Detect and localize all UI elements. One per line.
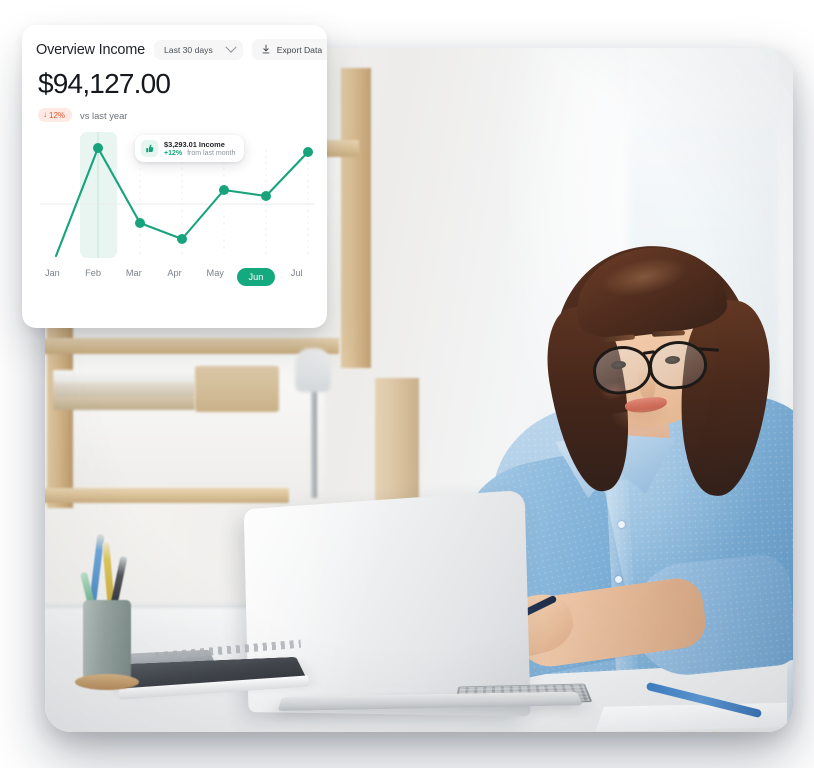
chart-tick-jun-active[interactable]: Jun (236, 268, 277, 286)
arrow-down-icon: ↓ (43, 110, 47, 119)
card-header: Overview Income Last 30 days Export Data (22, 25, 327, 60)
tick-label: Feb (85, 268, 101, 278)
shirt-button (618, 521, 625, 528)
chart-tick-jan[interactable]: Jan (32, 268, 73, 286)
tooltip-text: $3,293.01 Income +12% from last month (164, 140, 235, 157)
page-title: Overview Income (36, 41, 146, 58)
chart-tick-feb[interactable]: Feb (73, 268, 114, 286)
tick-label: Jan (44, 268, 60, 278)
chart-point (303, 147, 313, 157)
pencil-cup (83, 600, 131, 682)
chart-x-axis: Jan Feb Mar Apr May Jun Jul (22, 268, 327, 286)
chart-point (93, 143, 103, 153)
tooltip-subtext: from last month (187, 150, 236, 157)
chart-tick-jul[interactable]: Jul (276, 268, 317, 286)
chevron-down-icon (225, 41, 237, 53)
paper-sheet (595, 701, 793, 732)
chart-point (219, 185, 229, 195)
page-root: Overview Income Last 30 days Export Data… (0, 0, 814, 768)
status-badge: ↓ 12% (38, 108, 73, 122)
date-range-value: Last 30 days (164, 44, 213, 55)
delta-row: ↓ 12% vs last year (22, 100, 327, 122)
export-data-button[interactable]: Export Data (251, 39, 327, 60)
income-amount: $94,127.00 (38, 68, 171, 99)
date-range-select[interactable]: Last 30 days (154, 39, 243, 60)
overview-income-card: Overview Income Last 30 days Export Data… (22, 25, 327, 328)
tick-label: Jul (290, 268, 303, 278)
chart-point (261, 191, 271, 201)
glass-desk-object (787, 660, 793, 732)
tooltip-delta: +12% from last month (164, 150, 235, 157)
delta-comparison-label: vs last year (80, 109, 128, 121)
chart-tick-apr[interactable]: Apr (154, 268, 195, 286)
shirt-button (615, 576, 622, 583)
tick-label: May (206, 268, 224, 278)
tick-label: Jun (236, 268, 276, 286)
pencil-cup-base (75, 674, 139, 690)
chart-tick-may[interactable]: May (195, 268, 236, 286)
chart-tooltip: $3,293.01 Income +12% from last month (135, 135, 245, 162)
chart-tick-mar[interactable]: Mar (113, 268, 154, 286)
income-line-chart: $3,293.01 Income +12% from last month Ja… (22, 128, 327, 296)
chart-point (135, 218, 145, 228)
tick-label: Mar (125, 268, 142, 278)
download-icon (262, 44, 270, 54)
chart-point (177, 234, 187, 244)
tooltip-amount: $3,293.01 Income (164, 140, 225, 149)
thumbs-up-icon (141, 140, 158, 157)
delta-percent: 12% (49, 110, 66, 120)
tick-label: Apr (167, 268, 182, 278)
export-data-label: Export Data (276, 44, 323, 55)
tooltip-percent: +12% (164, 150, 183, 157)
